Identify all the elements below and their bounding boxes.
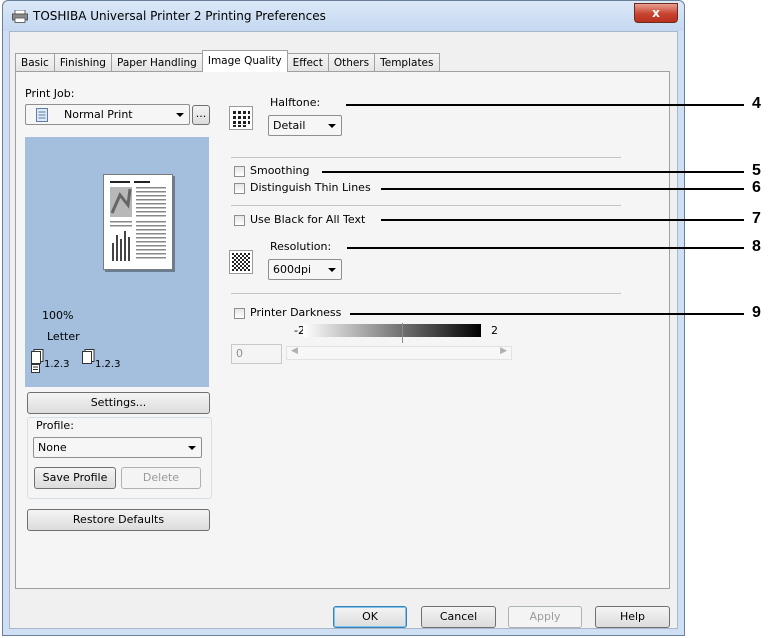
darkness-max-label: 2 <box>491 324 498 337</box>
close-button[interactable]: x <box>634 3 678 23</box>
printer-darkness-checkbox[interactable] <box>234 308 245 319</box>
printer-darkness-label: Printer Darkness <box>250 306 342 319</box>
chevron-down-icon <box>328 268 336 272</box>
use-black-for-all-text-checkbox[interactable] <box>234 215 245 226</box>
restore-defaults-button[interactable]: Restore Defaults <box>27 509 210 531</box>
print-job-value: Normal Print <box>64 108 133 121</box>
tab-basic[interactable]: Basic <box>15 53 55 72</box>
separator <box>231 205 621 206</box>
ok-button[interactable]: OK <box>333 606 407 628</box>
tab-image-quality[interactable]: Image Quality <box>201 50 288 72</box>
callout-8: 8 <box>752 238 761 255</box>
use-black-for-all-text-label: Use Black for All Text <box>250 213 366 226</box>
preview-paper-size: Letter <box>47 330 80 343</box>
tab-strip: Basic Finishing Paper Handling Image Qua… <box>15 50 440 72</box>
chevron-down-icon <box>188 446 196 450</box>
delete-profile-button: Delete <box>121 467 201 489</box>
print-job-label: Print Job: <box>25 87 75 100</box>
print-job-dropdown[interactable]: Normal Print <box>25 104 190 125</box>
chevron-down-icon <box>328 124 336 128</box>
resolution-label: Resolution: <box>270 240 332 253</box>
separator <box>231 157 621 158</box>
help-button[interactable]: Help <box>595 606 670 628</box>
callout-5: 5 <box>752 162 761 179</box>
preview-zoom: 100% <box>42 309 74 322</box>
close-icon: x <box>652 6 660 20</box>
callout-9: 9 <box>752 304 761 321</box>
callout-line-4 <box>346 104 744 106</box>
apply-button: Apply <box>508 606 582 628</box>
cancel-button[interactable]: Cancel <box>421 606 496 628</box>
smoothing-label: Smoothing <box>250 164 310 177</box>
darkness-slider: ◀ ▶ <box>286 346 512 360</box>
tab-templates[interactable]: Templates <box>374 53 440 72</box>
profile-dropdown[interactable]: None <box>33 437 202 458</box>
smoothing-checkbox[interactable] <box>234 166 245 177</box>
distinguish-thin-lines-checkbox[interactable] <box>234 183 245 194</box>
darkness-gradient <box>303 324 481 337</box>
callout-line-9 <box>350 313 744 315</box>
page-thumbnail <box>103 174 173 270</box>
title-bar[interactable]: TOSHIBA Universal Printer 2 Printing Pre… <box>3 1 684 31</box>
callout-line-7 <box>381 219 744 221</box>
callout-4: 4 <box>752 95 761 112</box>
scroll-right-icon: ▶ <box>500 346 507 356</box>
callout-line-5 <box>322 171 744 173</box>
tab-others[interactable]: Others <box>327 53 376 72</box>
resolution-icon <box>229 250 253 274</box>
tab-effect[interactable]: Effect <box>286 53 329 72</box>
callout-6: 6 <box>752 179 761 196</box>
halftone-value: Detail <box>273 119 306 132</box>
halftone-dropdown[interactable]: Detail <box>268 115 342 136</box>
halftone-icon <box>229 106 253 130</box>
darkness-center-tick <box>402 323 403 343</box>
printer-icon <box>12 10 28 23</box>
profile-label: Profile: <box>36 419 74 432</box>
profile-value: None <box>38 441 67 454</box>
halftone-label: Halftone: <box>270 96 321 109</box>
scroll-left-icon: ◀ <box>291 346 298 356</box>
settings-button[interactable]: Settings... <box>27 392 210 414</box>
print-preview: 100% Letter 1.2.3 1.2.3 <box>25 137 209 387</box>
distinguish-thin-lines-label: Distinguish Thin Lines <box>250 181 371 194</box>
window-title: TOSHIBA Universal Printer 2 Printing Pre… <box>33 9 326 23</box>
collate-stack-icon-2 <box>82 349 95 364</box>
print-job-browse-button[interactable]: ... <box>192 105 210 125</box>
callout-line-8 <box>347 247 744 249</box>
document-icon <box>36 108 48 122</box>
page-thumbnail-content <box>110 181 166 261</box>
tab-finishing[interactable]: Finishing <box>53 53 112 72</box>
resolution-value: 600dpi <box>273 263 312 276</box>
tab-paper-handling[interactable]: Paper Handling <box>110 53 203 72</box>
save-profile-button[interactable]: Save Profile <box>34 467 116 489</box>
collate-stack-icon <box>31 349 44 373</box>
callout-7: 7 <box>752 210 761 227</box>
collate-label-2: 1.2.3 <box>95 359 121 370</box>
darkness-value-field: 0 <box>231 344 282 364</box>
callout-line-6 <box>381 188 744 190</box>
collate-label-1: 1.2.3 <box>44 359 70 370</box>
separator <box>231 293 621 294</box>
resolution-dropdown[interactable]: 600dpi <box>268 259 342 280</box>
chevron-down-icon <box>176 113 184 117</box>
